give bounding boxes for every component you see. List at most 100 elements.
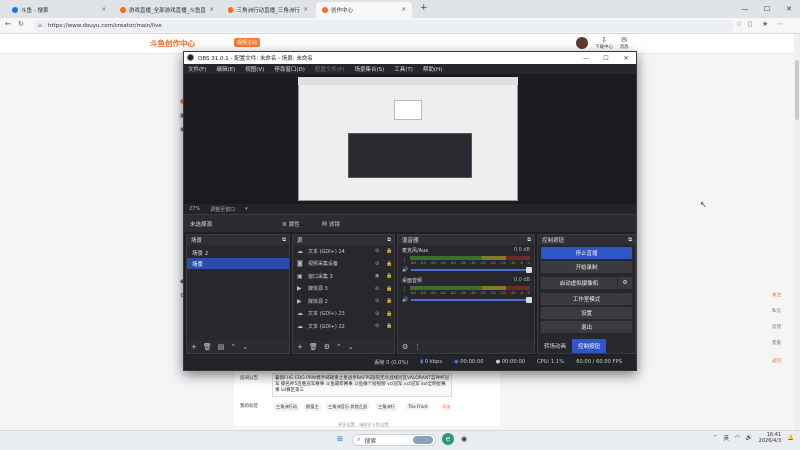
volume-slider-handle[interactable] — [526, 297, 532, 303]
source-item[interactable]: ☁ 文本 (GDI+) 22 ⊘ 🔒 — [293, 320, 394, 333]
browser-tab[interactable]: 游戏直播_全部游戏直播_斗鱼直播 ✕ — [114, 2, 220, 18]
minimize-button[interactable]: — — [734, 0, 756, 18]
close-tab-icon[interactable]: ✕ — [101, 7, 106, 13]
split-icon[interactable]: ▯ — [748, 20, 752, 28]
close-tab-icon[interactable]: ✕ — [209, 7, 214, 13]
visibility-icon[interactable]: ◉ — [375, 273, 383, 279]
add-icon[interactable]: + — [191, 343, 197, 351]
lock-icon[interactable]: 🔒 — [386, 286, 394, 292]
arrow-up-icon[interactable]: ⌃ — [336, 343, 342, 351]
menu-profile[interactable]: 配置文件(P) — [315, 65, 345, 73]
source-item[interactable]: ☁ 文本 (GDI+) 24 ⊘ 🔒 — [293, 245, 394, 258]
menu-tools[interactable]: 工具(T) — [394, 65, 413, 73]
volume-slider-handle[interactable] — [526, 267, 532, 273]
virtual-camera-settings-icon[interactable]: ⚙ — [618, 277, 632, 289]
more-icon[interactable]: ⋮ — [414, 343, 421, 351]
star-icon[interactable]: ☆ — [736, 20, 742, 28]
maximize-button[interactable]: ☐ — [756, 0, 778, 18]
lang-indicator[interactable]: 英 — [723, 434, 729, 442]
arrow-down-icon[interactable]: ⌄ — [348, 343, 354, 351]
follow-shortcut[interactable]: 关注 — [771, 292, 782, 298]
menu-help[interactable]: 帮助(H) — [423, 65, 442, 73]
add-icon[interactable]: + — [297, 343, 303, 351]
properties-button[interactable]: ⚙ 属性 — [282, 220, 300, 228]
menu-scene-collection[interactable]: 场景集合(S) — [354, 65, 384, 73]
filter-icon[interactable]: ▤ — [218, 343, 225, 351]
trash-icon[interactable]: 🗑 — [203, 343, 212, 351]
scene-item-selected[interactable]: 场景 — [187, 258, 289, 269]
source-item[interactable]: ☁ 文本 (GDI+) 23 ⊘ 🔒 — [293, 308, 394, 321]
close-tab-icon[interactable]: ✕ — [303, 7, 308, 13]
gear-icon[interactable]: ⚙ — [402, 343, 408, 351]
page-scrollbar-thumb[interactable] — [795, 60, 799, 120]
dock-float-icon[interactable]: ⧉ — [282, 237, 286, 244]
site-logo[interactable]: 斗鱼创作中心 — [150, 38, 195, 49]
support-shortcut[interactable]: 客服 — [771, 340, 782, 346]
menu-file[interactable]: 文件(F) — [188, 65, 206, 73]
feedback-shortcut[interactable]: 反馈 — [771, 324, 782, 330]
channel-menu-icon[interactable]: ⋮ — [402, 287, 407, 293]
more-icon[interactable]: ⋯ — [776, 20, 783, 28]
exit-button[interactable]: 退出 — [541, 321, 632, 333]
source-item[interactable]: ▶ 媒体源 3 ⊘ 🔒 — [293, 283, 394, 296]
lock-icon[interactable]: 🔒 — [386, 323, 394, 329]
gear-icon[interactable]: ⚙ — [324, 343, 330, 351]
wifi-icon[interactable]: ◠ — [735, 435, 740, 441]
channel-menu-icon[interactable]: ⋮ — [402, 257, 407, 263]
trash-icon[interactable]: 🗑 — [309, 343, 318, 351]
visibility-hidden-icon[interactable]: ⊘ — [375, 323, 383, 329]
menu-edit[interactable]: 编辑(E) — [216, 65, 235, 73]
dock-float-icon[interactable]: ⧉ — [527, 237, 531, 244]
zoom-mode-select[interactable]: 调整至窗口 — [210, 206, 235, 213]
clock[interactable]: 16:41 2026/4/3 — [759, 432, 781, 444]
chevron-down-icon[interactable]: ▾ — [245, 206, 248, 212]
start-recording-button[interactable]: 开始录制 — [541, 261, 632, 273]
volume-slider[interactable] — [411, 267, 532, 273]
main-site-badge[interactable]: 视频主站 — [234, 38, 261, 47]
visibility-hidden-icon[interactable]: ⊘ — [375, 248, 383, 254]
source-item[interactable]: ◙ 视频采集设备 ⊘ 🔒 — [293, 258, 394, 271]
start-virtual-camera-button[interactable]: 启动虚拟摄像机 — [541, 277, 617, 289]
tab-controls[interactable]: 控制按钮 — [572, 339, 607, 353]
arrow-down-icon[interactable]: ⌄ — [242, 343, 248, 351]
edge-icon[interactable]: e — [442, 433, 454, 445]
tag-chip[interactable]: 三角洲音乐·其他之战 — [326, 403, 370, 411]
chevron-up-icon[interactable]: ⌃ — [713, 435, 718, 441]
notification-icon[interactable]: 🔔 — [787, 435, 794, 441]
arrow-up-icon[interactable]: ⌃ — [230, 343, 236, 351]
notice-textarea[interactable]: 暑假FHG EDG PRW携手邮箱重之星战手BAFPS陪陪无尽战线问瓦VALOR… — [272, 373, 452, 397]
download-center[interactable]: ⇩ 下载中心 — [594, 36, 614, 50]
obs-maximize-button[interactable]: ☐ — [596, 52, 616, 64]
menu-docks[interactable]: 停靠窗口(D) — [274, 65, 305, 73]
taskbar-search[interactable]: ⌕ 搜索 — [352, 434, 436, 446]
dock-float-icon[interactable]: ⧉ — [387, 237, 391, 244]
lock-icon[interactable]: 🔒 — [386, 298, 394, 304]
tag-chip[interactable]: 三角洲行 — [376, 403, 397, 411]
visibility-hidden-icon[interactable]: ⊘ — [375, 261, 383, 267]
close-window-button[interactable]: ✕ — [778, 0, 800, 18]
browser-tab[interactable]: 三角洲行动直播_三角洲行动直播… ✕ — [222, 2, 314, 18]
visibility-hidden-icon[interactable]: ⊘ — [375, 311, 383, 317]
close-tab-icon[interactable]: ✕ — [401, 7, 406, 13]
studio-mode-button[interactable]: 工作室模式 — [541, 293, 632, 305]
avatar[interactable] — [576, 37, 588, 49]
browser-tab[interactable]: 斗鱼 - 搜索 ✕ — [6, 2, 112, 18]
tag-chip[interactable]: The Front — [406, 403, 430, 410]
filters-button[interactable]: ▤ 滤镜 — [322, 220, 340, 228]
url-field[interactable]: ⌂ https://www.douyu.com/creator/main/liv… — [34, 20, 734, 32]
obs-taskbar-icon[interactable]: ◉ — [458, 433, 470, 445]
settings-button[interactable]: 设置 — [541, 307, 632, 319]
lock-icon[interactable]: 🔒 — [386, 248, 394, 254]
lock-icon[interactable]: 🔒 — [386, 273, 394, 279]
lock-icon[interactable]: 🔒 — [386, 261, 394, 267]
new-tab-button[interactable]: + — [420, 3, 428, 13]
tag-chip[interactable]: 三角洲行动 — [274, 403, 299, 411]
message-shortcut[interactable]: 私信 — [771, 308, 782, 314]
browser-tab-active[interactable]: 创作中心 ✕ — [316, 2, 412, 18]
volume-icon[interactable]: 🔊 — [746, 435, 753, 441]
speaker-icon[interactable]: 🔊 — [402, 267, 408, 273]
visibility-hidden-icon[interactable]: ⊘ — [375, 298, 383, 304]
obs-minimize-button[interactable]: — — [576, 52, 596, 64]
messages[interactable]: ✉ 消息 — [614, 36, 634, 50]
speaker-icon[interactable]: 🔊 — [402, 297, 408, 303]
